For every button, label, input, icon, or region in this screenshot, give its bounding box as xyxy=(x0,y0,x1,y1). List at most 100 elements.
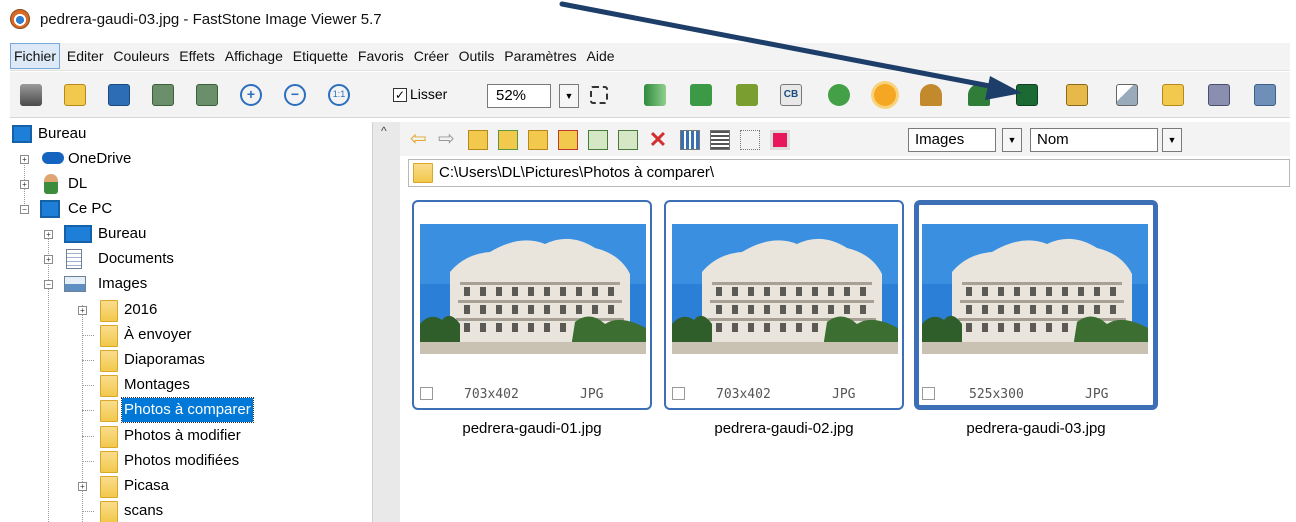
thumbnail-checkbox[interactable] xyxy=(420,387,433,400)
menu-affichage[interactable]: Affichage xyxy=(222,43,286,69)
folder-icon xyxy=(100,325,118,347)
menu-outils[interactable]: Outils xyxy=(456,43,498,69)
actual-size-icon[interactable]: 1:1 xyxy=(328,84,350,106)
previous-icon[interactable] xyxy=(152,84,174,106)
expand-icon[interactable]: + xyxy=(20,155,29,164)
rotate-left-icon[interactable] xyxy=(920,84,942,106)
thumbnail-view-icon[interactable] xyxy=(680,130,700,150)
tree-item-label: Bureau xyxy=(38,125,87,142)
move-to-icon[interactable] xyxy=(618,130,638,150)
thumbnail-filename[interactable]: pedrera-gaudi-01.jpg xyxy=(412,420,652,437)
smooth-checkbox[interactable]: ✓ xyxy=(393,88,407,102)
menu-fichier[interactable]: Fichier xyxy=(10,43,61,69)
desktop-icon xyxy=(64,225,92,243)
folder-icon xyxy=(100,451,118,473)
expand-icon[interactable]: + xyxy=(20,180,29,189)
settings-icon[interactable] xyxy=(1254,84,1276,106)
select-region-icon[interactable] xyxy=(590,86,608,104)
tree-item-label: À envoyer xyxy=(124,326,192,343)
menu-favoris[interactable]: Favoris xyxy=(355,43,407,69)
scroll-up-icon[interactable]: ^ xyxy=(381,124,387,138)
sort-dropdown[interactable]: Nom xyxy=(1030,128,1158,152)
favorites-folder-icon[interactable] xyxy=(528,130,548,150)
rotate-right-icon[interactable] xyxy=(968,84,990,106)
collapse-icon[interactable]: − xyxy=(44,280,53,289)
zoom-out-icon[interactable]: − xyxy=(284,84,306,106)
tree-item-label: DL xyxy=(68,175,88,192)
list-view-icon[interactable] xyxy=(710,130,730,150)
chevron-down-icon[interactable]: ▼ xyxy=(1162,128,1182,152)
file-filter-dropdown[interactable]: Images xyxy=(908,128,996,152)
next-icon[interactable] xyxy=(196,84,218,106)
folder-tree: Bureau + OneDrive + DL − Ce PC + Bureau … xyxy=(10,122,372,522)
documents-icon xyxy=(66,249,82,269)
menu-aide[interactable]: Aide xyxy=(584,43,618,69)
sun-icon[interactable] xyxy=(874,84,896,106)
background-color-icon[interactable] xyxy=(770,130,790,150)
thumbnail-filename[interactable]: pedrera-gaudi-02.jpg xyxy=(664,420,904,437)
zoom-dropdown[interactable]: 52% xyxy=(487,84,551,108)
expand-icon[interactable]: + xyxy=(44,230,53,239)
expand-icon[interactable]: + xyxy=(78,482,87,491)
thumbnail-card[interactable]: 703x402 JPG xyxy=(412,200,652,410)
zoom-in-icon[interactable]: + xyxy=(240,84,262,106)
thumbnail-card[interactable]: 703x402 JPG xyxy=(664,200,904,410)
open-folder-icon[interactable] xyxy=(64,84,86,106)
menu-effets[interactable]: Effets xyxy=(176,43,218,69)
color-balance-icon[interactable]: CB xyxy=(780,84,802,106)
folder-icon xyxy=(100,426,118,448)
user-icon xyxy=(44,174,58,194)
parent-folder-icon[interactable] xyxy=(468,130,488,150)
email-icon[interactable] xyxy=(1162,84,1184,106)
chevron-down-icon[interactable]: ▼ xyxy=(1002,128,1022,152)
expand-icon[interactable]: + xyxy=(78,306,87,315)
acquire-camera-icon[interactable] xyxy=(20,84,42,106)
delete-icon[interactable]: ✕ xyxy=(648,129,668,151)
draw-icon[interactable] xyxy=(1116,84,1138,106)
menu-parametres[interactable]: Paramètres xyxy=(501,43,579,69)
resize-icon[interactable] xyxy=(690,84,712,106)
thumbnail-checkbox[interactable] xyxy=(672,387,685,400)
thumbnail-filename[interactable]: pedrera-gaudi-03.jpg xyxy=(916,420,1156,437)
menu-etiquette[interactable]: Etiquette xyxy=(290,43,351,69)
forward-icon[interactable]: ⇨ xyxy=(438,129,458,150)
fullscreen-icon[interactable] xyxy=(644,84,666,106)
window-title: pedrera-gaudi-03.jpg - FastStone Image V… xyxy=(40,11,382,28)
expand-icon[interactable]: + xyxy=(44,255,53,264)
collapse-icon[interactable]: − xyxy=(20,205,29,214)
tree-item-label: Ce PC xyxy=(68,200,113,217)
save-icon[interactable] xyxy=(108,84,130,106)
back-icon[interactable]: ⇦ xyxy=(410,129,430,150)
image-type: JPG xyxy=(580,387,604,402)
folder-icon xyxy=(100,501,118,522)
thumbnail-checkbox[interactable] xyxy=(922,387,935,400)
new-folder-icon[interactable] xyxy=(558,130,578,150)
crop-icon[interactable] xyxy=(736,84,758,106)
user-icon[interactable] xyxy=(828,84,850,106)
photo-thumbnail xyxy=(672,224,898,354)
tree-scrollbar[interactable]: ^ xyxy=(372,122,400,522)
thumbnail-card-current[interactable]: 525x300 JPG xyxy=(914,200,1158,410)
copy-to-icon[interactable] xyxy=(588,130,608,150)
tree-item-label: Photos à modifier xyxy=(124,427,241,444)
tree-item-label: Bureau xyxy=(98,225,147,242)
image-type: JPG xyxy=(1085,387,1109,402)
compare-images-icon[interactable] xyxy=(1016,84,1038,106)
tree-item-label: Images xyxy=(98,275,148,292)
menu-editer[interactable]: Editer xyxy=(64,43,107,69)
details-view-icon[interactable] xyxy=(740,130,760,150)
current-path: C:\Users\DL\Pictures\Photos à comparer\ xyxy=(439,164,715,181)
chevron-down-icon[interactable]: ▼ xyxy=(559,84,579,108)
menu-couleurs[interactable]: Couleurs xyxy=(110,43,172,69)
print-icon[interactable] xyxy=(1208,84,1230,106)
slideshow-icon[interactable] xyxy=(1066,84,1088,106)
image-dimensions: 525x300 xyxy=(969,387,1024,402)
path-bar[interactable]: C:\Users\DL\Pictures\Photos à comparer\ xyxy=(408,159,1290,187)
folder-icon xyxy=(413,163,433,183)
refresh-folder-icon[interactable] xyxy=(498,130,518,150)
folder-icon xyxy=(100,400,118,422)
computer-icon xyxy=(40,200,60,218)
tree-item-label: scans xyxy=(124,502,164,519)
desktop-icon xyxy=(12,125,32,143)
menu-creer[interactable]: Créer xyxy=(411,43,452,69)
